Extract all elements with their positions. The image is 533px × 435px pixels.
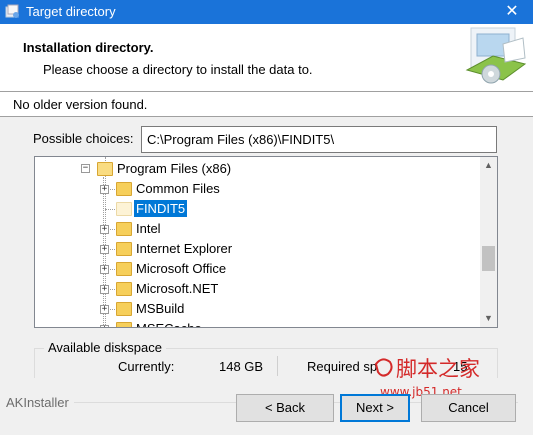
- tree-row[interactable]: + Internet Explorer: [35, 239, 481, 259]
- tree-row[interactable]: FINDIT5: [35, 199, 481, 219]
- current-space-label: Currently:: [118, 359, 175, 374]
- tree-row[interactable]: + MSECache: [35, 319, 481, 327]
- folder-icon: [116, 242, 132, 256]
- page-subtitle: Please choose a directory to install the…: [43, 62, 313, 77]
- tree-item-label-selected: FINDIT5: [134, 200, 188, 217]
- tree-row[interactable]: + Microsoft Office: [35, 259, 481, 279]
- tree-item-label: Microsoft Office: [136, 261, 227, 276]
- diskspace-divider: [277, 356, 278, 376]
- tree-row[interactable]: + Microsoft.NET: [35, 279, 481, 299]
- installer-graphic-icon: [465, 27, 527, 84]
- folder-icon: [116, 262, 132, 276]
- folder-icon: [116, 322, 132, 327]
- scroll-down-icon[interactable]: ▼: [480, 310, 497, 327]
- watermark-text: 脚本之家: [396, 357, 480, 381]
- installer-brand: AKInstaller: [6, 395, 69, 410]
- possible-choices-label: Possible choices:: [33, 131, 134, 146]
- tree-item-label: MSBuild: [136, 301, 185, 316]
- tree-item-label: Common Files: [136, 181, 220, 196]
- expand-icon[interactable]: +: [100, 185, 109, 194]
- wizard-header: Installation directory. Please choose a …: [0, 24, 533, 92]
- folder-icon: [116, 302, 132, 316]
- directory-tree[interactable]: − Program Files (x86) + Common Files FINDI…: [34, 156, 498, 328]
- scroll-up-icon[interactable]: ▲: [480, 157, 497, 174]
- tree-item-label: Intel: [136, 221, 161, 236]
- back-button[interactable]: < Back: [236, 394, 334, 422]
- required-space-label: Required sp: [307, 359, 378, 374]
- title-bar: Target directory ✕: [0, 0, 533, 24]
- tree-item-label: Internet Explorer: [136, 241, 233, 256]
- collapse-icon[interactable]: −: [81, 164, 90, 173]
- cancel-button[interactable]: Cancel: [421, 394, 516, 422]
- tree-item-label: Microsoft.NET: [136, 281, 219, 296]
- version-status-text: No older version found.: [13, 97, 148, 112]
- page-title: Installation directory.: [23, 40, 154, 55]
- expand-icon[interactable]: +: [100, 305, 109, 314]
- scrollbar-thumb[interactable]: [482, 246, 495, 271]
- tree-item-label: Program Files (x86): [117, 161, 232, 176]
- tree-row-parent[interactable]: − Program Files (x86): [35, 159, 481, 179]
- folder-icon: [116, 202, 132, 216]
- close-icon: ✕: [505, 3, 519, 20]
- folder-icon: [116, 182, 132, 196]
- tree-item-label: MSECache: [134, 320, 204, 327]
- install-path-input[interactable]: [141, 126, 497, 153]
- expand-icon[interactable]: +: [100, 325, 109, 327]
- expand-icon[interactable]: +: [100, 285, 109, 294]
- tree-row[interactable]: + Intel: [35, 219, 481, 239]
- next-button[interactable]: Next >: [340, 394, 410, 422]
- tree-connector: [105, 209, 115, 210]
- folder-open-icon: [97, 162, 113, 176]
- tree-vertical-scrollbar[interactable]: ▲ ▼: [480, 157, 497, 327]
- diskspace-legend: Available diskspace: [44, 340, 166, 355]
- tree-content: − Program Files (x86) + Common Files FINDI…: [35, 157, 481, 327]
- tree-row[interactable]: + MSBuild: [35, 299, 481, 319]
- expand-icon[interactable]: +: [100, 245, 109, 254]
- expand-icon[interactable]: +: [100, 225, 109, 234]
- installer-app-icon: [5, 4, 19, 18]
- current-space-value: 148 GB: [219, 359, 264, 374]
- folder-icon: [116, 222, 132, 236]
- tree-row[interactable]: + Common Files: [35, 179, 481, 199]
- folder-icon: [116, 282, 132, 296]
- close-button[interactable]: ✕: [491, 0, 533, 24]
- status-bar: No older version found.: [0, 92, 533, 117]
- window-title: Target directory: [26, 4, 116, 19]
- expand-icon[interactable]: +: [100, 265, 109, 274]
